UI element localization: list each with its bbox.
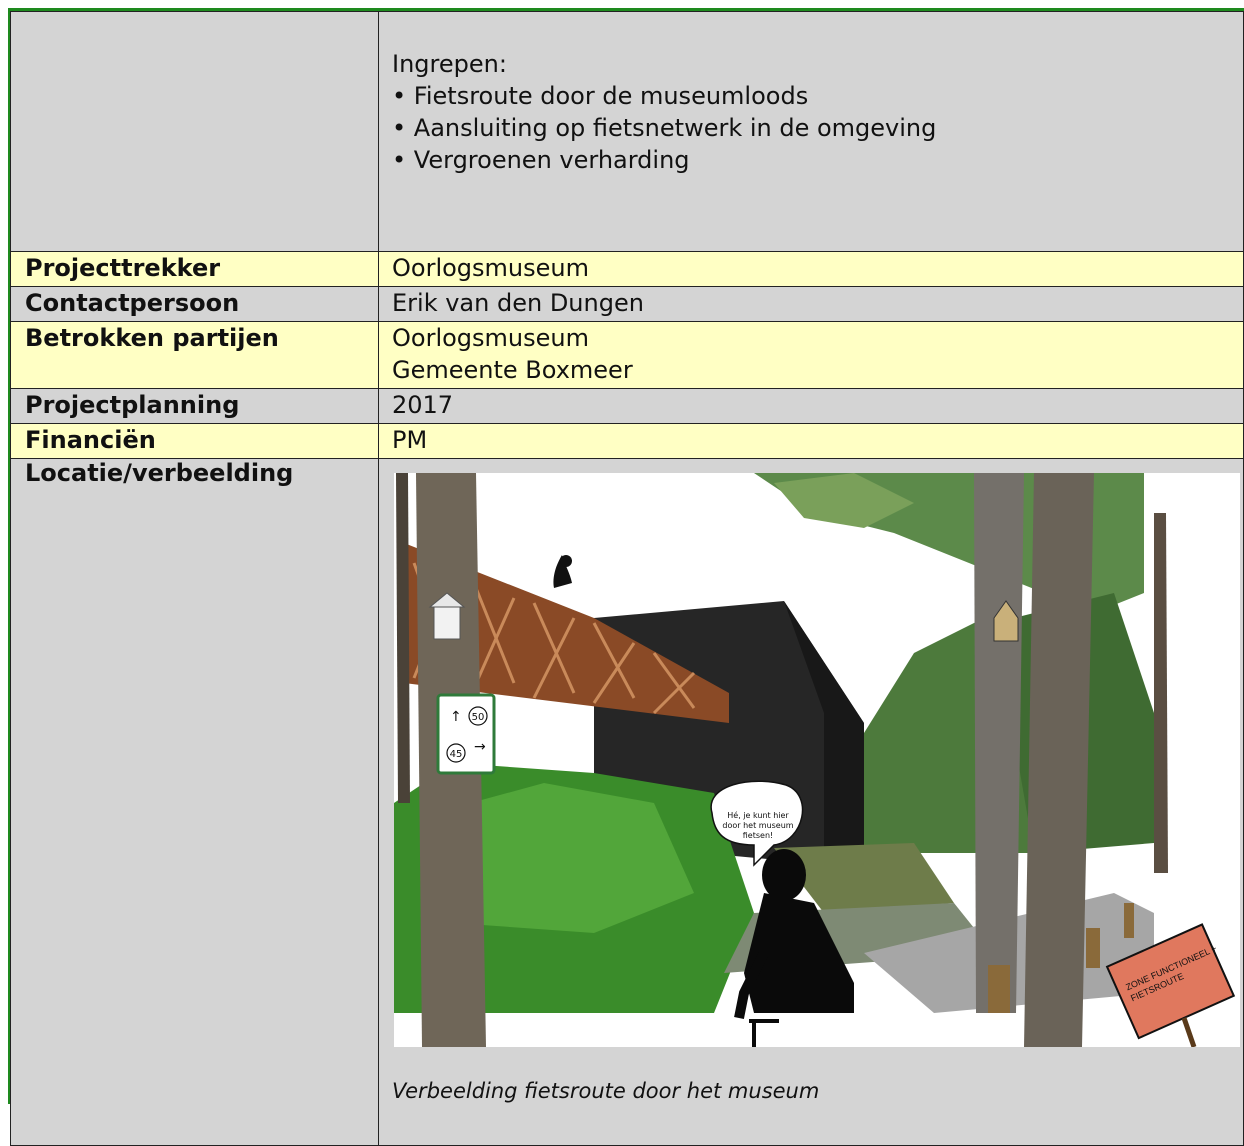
list-item: Vergroenen verharding — [392, 144, 1243, 176]
illustration-svg: ↑ 50 45 → Hé, je kunt hier door het muse… — [394, 473, 1240, 1047]
row-locatie: Locatie/verbeelding ↑ 50 45 → Hé, je kun… — [10, 458, 1244, 1146]
route-arrow-up-icon: ↑ — [450, 709, 462, 725]
empty-label-cell — [10, 11, 379, 252]
project-table: Ingrepen: Fietsroute door de museumloods… — [10, 11, 1244, 1146]
contactpersoon-value: Erik van den Dungen — [378, 286, 1244, 322]
partijen-label: Betrokken partijen — [10, 321, 379, 389]
financien-label: Financiën — [10, 423, 379, 459]
wooden-post — [1124, 903, 1134, 938]
planning-label: Projectplanning — [10, 388, 379, 424]
planning-value: 2017 — [378, 388, 1244, 424]
cyclist-head — [762, 849, 806, 901]
list-item: Aansluiting op fietsnetwerk in de omgevi… — [392, 112, 1243, 144]
partijen-values: Oorlogsmuseum Gemeente Boxmeer — [378, 321, 1244, 389]
document-sheet: Ingrepen: Fietsroute door de museumloods… — [8, 8, 1244, 1146]
tree-right — [974, 473, 1024, 1013]
row-ingrepen: Ingrepen: Fietsroute door de museumloods… — [10, 11, 1244, 252]
route-arrow-right-icon: → — [474, 739, 486, 755]
tree-right — [1024, 473, 1094, 1047]
ingrepen-list: Fietsroute door de museumloods Aansluiti… — [392, 80, 1243, 176]
cyclist-head — [560, 555, 572, 567]
route-number: 50 — [472, 712, 485, 723]
ground — [394, 1013, 1240, 1047]
bubble-line: Hé, je kunt hier — [727, 810, 789, 820]
tree-thin-left — [396, 473, 410, 803]
projecttrekker-label: Projecttrekker — [10, 251, 379, 287]
locatie-label: Locatie/verbeelding — [10, 458, 379, 1146]
illustration-image: ↑ 50 45 → Hé, je kunt hier door het muse… — [394, 473, 1240, 1047]
wooden-post — [988, 965, 1010, 1013]
financien-value: PM — [378, 423, 1244, 459]
row-projecttrekker: Projecttrekker Oorlogsmuseum — [10, 251, 1244, 287]
row-planning: Projectplanning 2017 — [10, 388, 1244, 424]
ingrepen-heading: Ingrepen: — [392, 50, 507, 78]
partij-item: Oorlogsmuseum — [392, 324, 589, 352]
birdhouse-icon — [433, 604, 461, 640]
row-partijen: Betrokken partijen Oorlogsmuseum Gemeent… — [10, 321, 1244, 389]
tree-thin-right — [1154, 513, 1168, 873]
locatie-cell: ↑ 50 45 → Hé, je kunt hier door het muse… — [378, 458, 1244, 1146]
list-item: Fietsroute door de museumloods — [392, 80, 1243, 112]
row-financien: Financiën PM — [10, 423, 1244, 459]
route-number: 45 — [450, 749, 463, 760]
wooden-post — [1086, 928, 1100, 968]
image-caption: Verbeelding fietsroute door het museum — [392, 1079, 820, 1103]
projecttrekker-value: Oorlogsmuseum — [378, 251, 1244, 287]
partij-item: Gemeente Boxmeer — [392, 356, 633, 384]
contactpersoon-label: Contactpersoon — [10, 286, 379, 322]
ingrepen-cell: Ingrepen: Fietsroute door de museumloods… — [378, 11, 1244, 252]
bubble-line: door het museum — [722, 821, 793, 830]
bubble-line: fietsen! — [743, 831, 773, 840]
row-contactpersoon: Contactpersoon Erik van den Dungen — [10, 286, 1244, 322]
route-sign — [436, 693, 496, 775]
